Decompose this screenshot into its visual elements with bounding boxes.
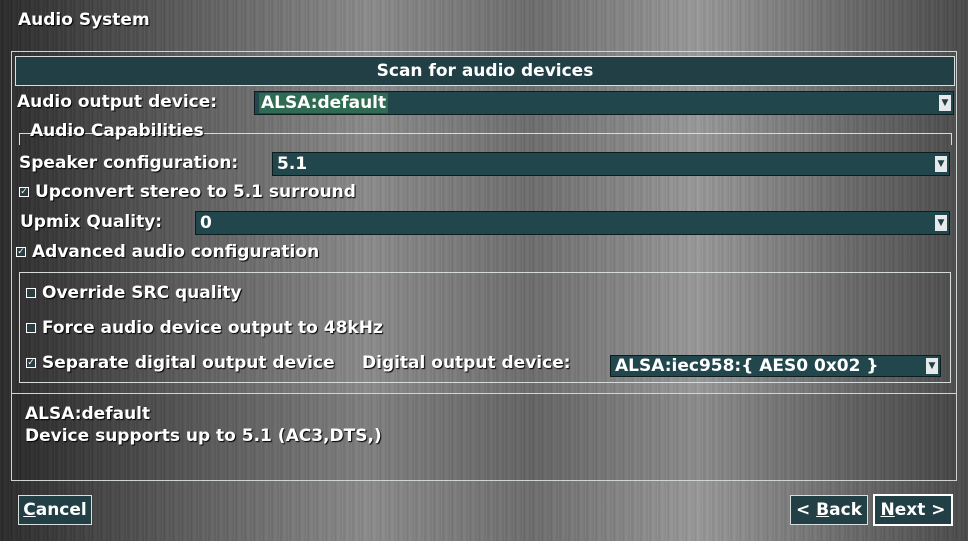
chevron-down-icon: ▼ <box>935 156 947 172</box>
help-text-box: ALSA:default Device supports up to 5.1 (… <box>11 393 957 481</box>
speaker-configuration-label: Speaker configuration: <box>19 153 239 173</box>
cancel-mnemonic: C <box>23 500 36 520</box>
back-label: ack <box>829 500 862 520</box>
checkbox-empty-icon <box>26 288 36 298</box>
checkmark-icon: ✓ <box>19 186 29 197</box>
scan-audio-devices-button[interactable]: Scan for audio devices <box>15 56 955 86</box>
next-mnemonic: N <box>880 500 895 520</box>
chevron-down-icon: ▼ <box>939 95 951 111</box>
next-label: ext > <box>894 500 946 520</box>
advanced-audio-checkbox[interactable]: ✓ Advanced audio configuration <box>16 242 319 262</box>
back-button[interactable]: < Back <box>790 495 868 525</box>
force-48khz-checkbox[interactable]: Force audio device output to 48kHz <box>26 318 383 338</box>
window-title: Audio System <box>18 10 150 30</box>
audio-output-device-select[interactable]: ALSA:default ▼ <box>254 91 954 115</box>
upmix-quality-select[interactable]: 0 ▼ <box>195 211 950 235</box>
separate-digital-checkbox[interactable]: ✓ Separate digital output device <box>26 353 335 373</box>
audio-output-device-value: ALSA:default <box>259 93 389 113</box>
upconvert-stereo-label: Upconvert stereo to 5.1 surround <box>35 182 356 202</box>
back-prefix: < <box>796 500 817 520</box>
upconvert-stereo-checkbox[interactable]: ✓ Upconvert stereo to 5.1 surround <box>19 182 356 202</box>
upmix-quality-value: 0 <box>200 213 212 233</box>
audio-output-device-label: Audio output device: <box>17 92 218 112</box>
checkmark-icon: ✓ <box>16 246 26 257</box>
next-button[interactable]: Next > <box>873 494 953 526</box>
back-mnemonic: B <box>816 500 830 520</box>
override-src-label: Override SRC quality <box>42 283 242 303</box>
force-48khz-label: Force audio device output to 48kHz <box>42 318 383 338</box>
cancel-label: ancel <box>35 500 87 520</box>
audio-capabilities-title: Audio Capabilities <box>30 121 204 141</box>
upmix-quality-label: Upmix Quality: <box>20 212 163 232</box>
digital-output-device-select[interactable]: ALSA:iec958:{ AES0 0x02 } ▼ <box>610 355 941 377</box>
override-src-checkbox[interactable]: Override SRC quality <box>26 283 242 303</box>
chevron-down-icon: ▼ <box>926 358 938 374</box>
cancel-button[interactable]: Cancel <box>18 495 92 525</box>
separate-digital-label: Separate digital output device <box>42 353 335 373</box>
help-line-capabilities: Device supports up to 5.1 (AC3,DTS,) <box>25 426 382 446</box>
checkbox-empty-icon <box>26 323 36 333</box>
advanced-audio-label: Advanced audio configuration <box>32 242 320 262</box>
digital-output-device-value: ALSA:iec958:{ AES0 0x02 } <box>615 356 879 376</box>
chevron-down-icon: ▼ <box>935 215 947 231</box>
checkmark-icon: ✓ <box>26 357 36 368</box>
speaker-configuration-value: 5.1 <box>277 154 308 174</box>
digital-output-device-label: Digital output device: <box>362 353 571 373</box>
speaker-configuration-select[interactable]: 5.1 ▼ <box>272 152 950 176</box>
help-line-device: ALSA:default <box>25 404 151 424</box>
